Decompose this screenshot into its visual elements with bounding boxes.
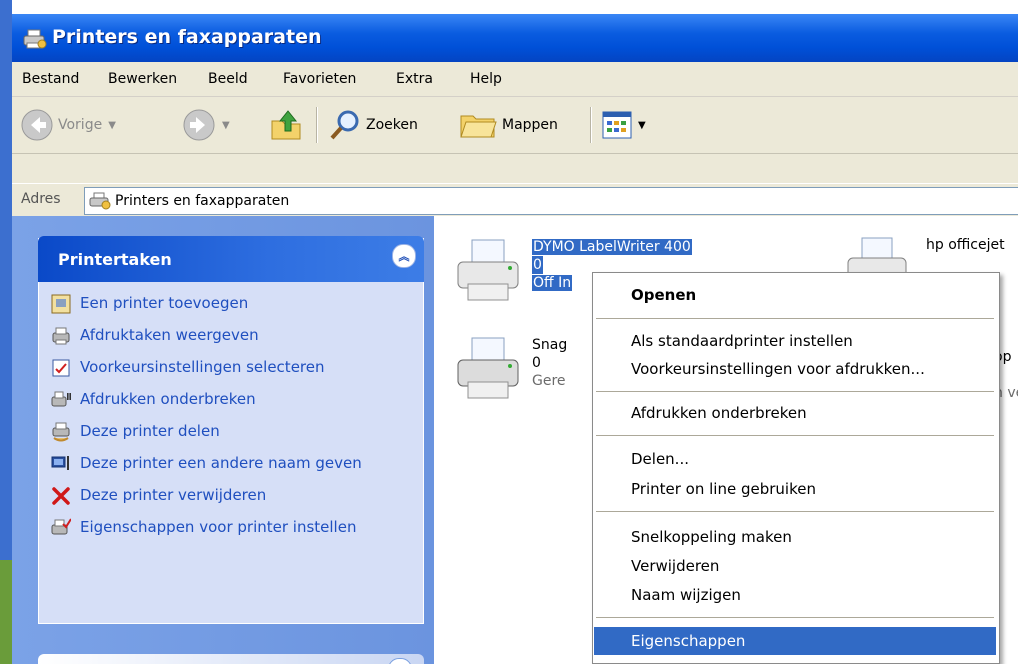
- printer-count: 0: [532, 355, 541, 371]
- folders-icon: [460, 115, 497, 138]
- menu-bewerken[interactable]: Bewerken: [108, 71, 177, 87]
- delete-icon: [50, 486, 72, 506]
- printer-name: DYMO LabelWriter 400: [532, 239, 692, 255]
- chevron-down-icon[interactable]: ▼: [638, 120, 646, 131]
- printers-folder-icon: [23, 29, 47, 49]
- task-label: Deze printer verwijderen: [80, 486, 267, 504]
- print-jobs-icon: [50, 326, 72, 346]
- task-label: Afdruktaken weergeven: [80, 326, 259, 344]
- printer-count: 0: [532, 256, 543, 274]
- views-icon: [602, 111, 632, 139]
- collapse-icon[interactable]: ︽: [388, 658, 412, 664]
- chevron-down-icon[interactable]: ▼: [222, 120, 230, 131]
- collapse-icon[interactable]: ︽: [392, 244, 416, 268]
- menu-item-share[interactable]: Delen...: [594, 445, 996, 473]
- printer-icon: [457, 239, 519, 301]
- address-field[interactable]: Printers en faxapparaten: [84, 187, 1018, 215]
- menu-bestand[interactable]: Bestand: [22, 71, 79, 87]
- menu-item-use-online[interactable]: Printer on line gebruiken: [594, 475, 996, 503]
- address-value: Printers en faxapparaten: [115, 193, 290, 209]
- printer-status: Gere: [532, 373, 566, 389]
- search-label: Zoeken: [366, 117, 418, 133]
- explorer-window: Printers en faxapparaten Bestand Bewerke…: [0, 0, 1018, 664]
- task-label: Een printer toevoegen: [80, 294, 249, 312]
- folders-label: Mappen: [502, 117, 558, 133]
- menu-extra[interactable]: Extra: [396, 71, 433, 87]
- printer-tasks-title: Printertaken: [58, 250, 172, 269]
- menu-item-rename[interactable]: Naam wijzigen: [594, 581, 996, 609]
- printer-icon: [457, 337, 519, 399]
- menu-item-set-default[interactable]: Als standaardprinter instellen: [594, 327, 996, 355]
- views-button[interactable]: ▼: [602, 105, 646, 145]
- printers-folder-icon: [89, 192, 111, 210]
- menu-item-delete[interactable]: Verwijderen: [594, 552, 996, 580]
- back-label: Vorige: [58, 117, 103, 133]
- title-bar[interactable]: Printers en faxapparaten: [12, 14, 1018, 62]
- properties-icon: [50, 518, 72, 538]
- folders-button[interactable]: Mappen: [458, 105, 558, 145]
- search-icon: [330, 110, 359, 140]
- chevron-down-icon[interactable]: ▼: [108, 120, 116, 131]
- toolbar: Vorige ▼ ▼ Zoeken Mappen ▼: [12, 97, 1018, 154]
- menu-bar: Bestand Bewerken Beeld Favorieten Extra …: [12, 62, 1018, 97]
- printer-name: hp officejet: [926, 237, 1005, 253]
- task-sidebar: Printertaken ︽ Een printer toevoegen Afd…: [12, 216, 434, 664]
- task-add-printer[interactable]: Een printer toevoegen: [50, 294, 420, 314]
- printer-status: Off In: [532, 275, 573, 291]
- context-menu: Openen Als standaardprinter instellen Vo…: [592, 272, 1000, 664]
- menu-item-openen[interactable]: Openen: [594, 281, 996, 309]
- up-folder-button[interactable]: [268, 105, 304, 145]
- printer-item-snagit[interactable]: Snag 0 Gere: [452, 334, 602, 406]
- menu-beeld[interactable]: Beeld: [208, 71, 248, 87]
- printer-tasks-header[interactable]: Printertaken ︽: [38, 236, 424, 282]
- preferences-icon: [50, 358, 72, 378]
- window-frame: Printers en faxapparaten Bestand Bewerke…: [12, 14, 1018, 664]
- printer-name: Snag: [532, 337, 568, 353]
- menu-item-pause-printing[interactable]: Afdrukken onderbreken: [594, 399, 996, 427]
- task-label: Voorkeursinstellingen selecteren: [80, 358, 325, 376]
- menu-favorieten[interactable]: Favorieten: [283, 71, 356, 87]
- address-label: Adres: [21, 191, 61, 207]
- add-printer-icon: [50, 294, 72, 314]
- task-delete-printer[interactable]: Deze printer verwijderen: [50, 486, 420, 506]
- desktop-edge: [0, 0, 12, 664]
- task-label: Deze printer delen: [80, 422, 220, 440]
- back-button[interactable]: Vorige ▼: [20, 105, 116, 145]
- task-view-print-jobs[interactable]: Afdruktaken weergeven: [50, 326, 420, 346]
- address-bar: Adres Printers en faxapparaten: [12, 183, 1018, 217]
- task-preferences[interactable]: Voorkeursinstellingen selecteren: [50, 358, 420, 378]
- task-pause-printing[interactable]: Afdrukken onderbreken: [50, 390, 420, 410]
- back-arrow-icon: [21, 109, 53, 141]
- other-places-header[interactable]: ︽: [38, 654, 424, 664]
- menu-item-print-preferences[interactable]: Voorkeursinstellingen voor afdrukken...: [594, 355, 996, 383]
- task-rename-printer[interactable]: Deze printer een andere naam geven: [50, 454, 420, 474]
- pause-printing-icon: [50, 390, 72, 410]
- task-label: Eigenschappen voor printer instellen: [80, 518, 357, 536]
- menu-help[interactable]: Help: [470, 71, 502, 87]
- search-button[interactable]: Zoeken: [328, 105, 418, 145]
- task-printer-properties[interactable]: Eigenschappen voor printer instellen: [50, 518, 420, 538]
- share-printer-icon: [50, 422, 72, 442]
- forward-arrow-icon: [183, 109, 215, 141]
- menu-item-properties[interactable]: Eigenschappen: [594, 627, 996, 655]
- menu-item-create-shortcut[interactable]: Snelkoppeling maken: [594, 523, 996, 551]
- forward-button[interactable]: ▼: [182, 105, 230, 145]
- up-folder-icon: [271, 110, 301, 140]
- task-share-printer[interactable]: Deze printer delen: [50, 422, 420, 442]
- task-label: Afdrukken onderbreken: [80, 390, 256, 408]
- task-list: Een printer toevoegen Afdruktaken weerge…: [50, 294, 420, 550]
- rename-printer-icon: [50, 454, 72, 474]
- window-title: Printers en faxapparaten: [52, 26, 322, 48]
- task-label: Deze printer een andere naam geven: [80, 454, 362, 472]
